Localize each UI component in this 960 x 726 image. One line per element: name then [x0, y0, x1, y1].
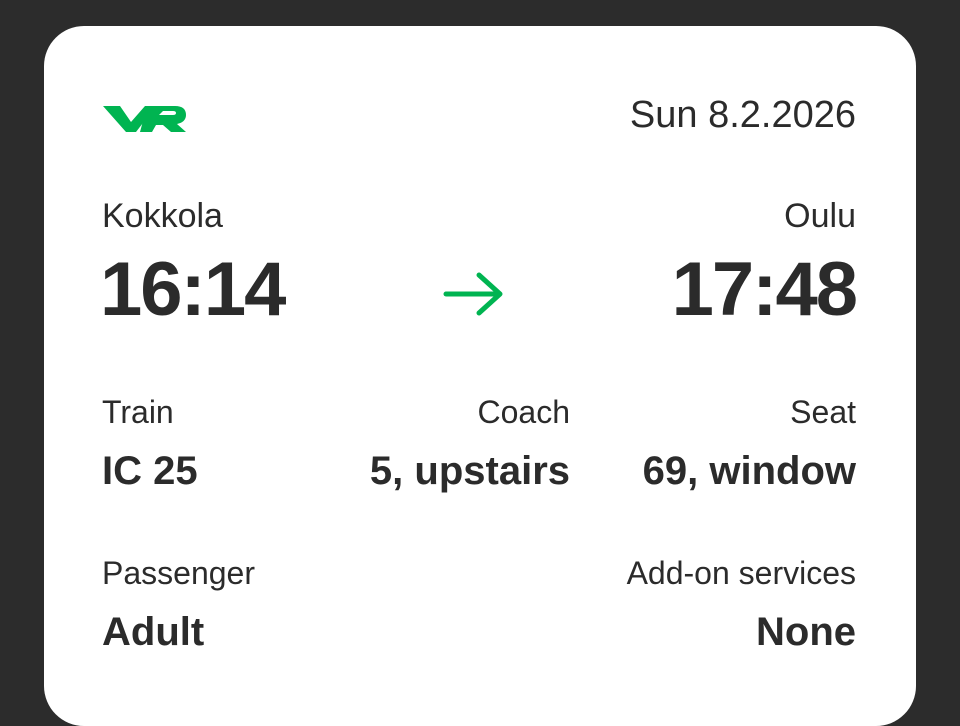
arrival-time: 17:48: [671, 247, 858, 332]
departure-station: Kokkola: [102, 197, 223, 235]
addon-services-label: Add-on services: [626, 555, 856, 591]
departure-time: 16:14: [100, 247, 286, 332]
travel-date: Sun 8.2.2026: [629, 94, 856, 136]
arrival-station: Oulu: [784, 197, 856, 235]
train-value: IC 25: [102, 449, 198, 493]
seat-label: Seat: [790, 394, 856, 430]
train-label: Train: [102, 394, 174, 430]
arrow-right-icon: [443, 272, 503, 316]
coach-label: Coach: [477, 394, 571, 430]
coach-value: 5, upstairs: [369, 449, 570, 493]
passenger-label: Passenger: [102, 555, 255, 591]
passenger-value: Adult: [102, 610, 205, 654]
seat-value: 69, window: [642, 449, 856, 493]
ticket-card: Sun 8.2.2026 Kokkola Oulu 16:14 17:48 Tr…: [44, 26, 916, 726]
addon-services-value: None: [756, 610, 856, 654]
vr-logo: [103, 106, 186, 132]
